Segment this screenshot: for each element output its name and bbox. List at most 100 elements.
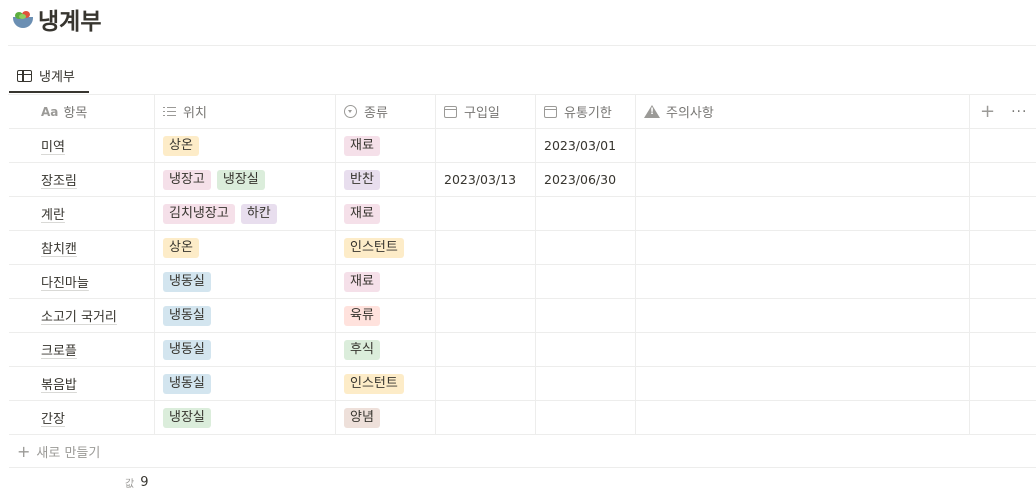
type-cell[interactable]: 후식 bbox=[336, 333, 436, 366]
item-cell[interactable]: 계란 bbox=[9, 197, 155, 230]
item-name[interactable]: 소고기 국거리 bbox=[41, 306, 117, 325]
item-cell[interactable]: 소고기 국거리 bbox=[9, 299, 155, 332]
type-tag: 반찬 bbox=[344, 169, 380, 190]
expiry-date: 2023/06/30 bbox=[544, 172, 617, 187]
column-header-notes[interactable]: 주의사항 bbox=[636, 95, 970, 128]
expiry-date-cell[interactable] bbox=[536, 231, 636, 264]
type-cell[interactable]: 양념 bbox=[336, 401, 436, 434]
table-row[interactable]: 미역 상온 재료 2023/03/01 bbox=[9, 129, 1036, 163]
expiry-date-cell[interactable] bbox=[536, 401, 636, 434]
location-cell[interactable]: 냉동실 bbox=[155, 299, 336, 332]
location-cell[interactable]: 냉장고 냉장실 bbox=[155, 163, 336, 196]
notes-cell[interactable] bbox=[636, 265, 970, 298]
location-tag: 상온 bbox=[163, 135, 199, 156]
location-cell[interactable]: 냉장실 bbox=[155, 401, 336, 434]
type-cell[interactable]: 재료 bbox=[336, 129, 436, 162]
notes-cell[interactable] bbox=[636, 231, 970, 264]
item-cell[interactable]: 볶음밥 bbox=[9, 367, 155, 400]
table-row[interactable]: 장조림 냉장고 냉장실 반찬 2023/03/13 2023/06/30 bbox=[9, 163, 1036, 197]
type-cell[interactable]: 인스턴트 bbox=[336, 367, 436, 400]
item-name[interactable]: 참치캔 bbox=[41, 238, 77, 257]
table-row[interactable]: 소고기 국거리 냉동실 육류 bbox=[9, 299, 1036, 333]
purchase-date-cell[interactable] bbox=[436, 333, 536, 366]
location-tag: 냉동실 bbox=[163, 271, 211, 292]
location-cell[interactable]: 상온 bbox=[155, 129, 336, 162]
column-header-location[interactable]: 위치 bbox=[155, 95, 336, 128]
purchase-date-cell[interactable] bbox=[436, 299, 536, 332]
location-cell[interactable]: 냉동실 bbox=[155, 333, 336, 366]
purchase-date-cell[interactable] bbox=[436, 367, 536, 400]
calendar-icon bbox=[444, 105, 457, 118]
table-row[interactable]: 크로플 냉동실 후식 bbox=[9, 333, 1036, 367]
item-cell[interactable]: 참치캔 bbox=[9, 231, 155, 264]
new-row-button[interactable]: + 새로 만들기 bbox=[9, 435, 1036, 468]
item-name[interactable]: 계란 bbox=[41, 204, 65, 223]
purchase-date-cell[interactable] bbox=[436, 197, 536, 230]
item-cell[interactable]: 크로플 bbox=[9, 333, 155, 366]
type-cell[interactable]: 육류 bbox=[336, 299, 436, 332]
add-property-button[interactable]: + bbox=[980, 102, 995, 121]
expiry-date-cell[interactable] bbox=[536, 197, 636, 230]
notes-cell[interactable] bbox=[636, 367, 970, 400]
notes-cell[interactable] bbox=[636, 129, 970, 162]
expiry-date-cell[interactable] bbox=[536, 265, 636, 298]
table-body: 미역 상온 재료 2023/03/01 장조림 냉장고 냉장실 반찬 2023/03/13 202… bbox=[9, 129, 1036, 435]
warning-icon bbox=[644, 105, 660, 118]
salad-bowl-icon[interactable] bbox=[12, 8, 34, 30]
purchase-date-cell[interactable] bbox=[436, 265, 536, 298]
location-cell[interactable]: 김치냉장고 하칸 bbox=[155, 197, 336, 230]
table-row[interactable]: 계란 김치냉장고 하칸 재료 bbox=[9, 197, 1036, 231]
more-options-button[interactable]: ··· bbox=[1011, 105, 1027, 119]
notes-cell[interactable] bbox=[636, 333, 970, 366]
item-name[interactable]: 장조림 bbox=[41, 170, 77, 189]
item-name[interactable]: 볶음밥 bbox=[41, 374, 77, 393]
item-cell[interactable]: 장조림 bbox=[9, 163, 155, 196]
expiry-date-cell[interactable]: 2023/03/01 bbox=[536, 129, 636, 162]
type-cell[interactable]: 반찬 bbox=[336, 163, 436, 196]
location-tag: 냉장실 bbox=[163, 407, 211, 428]
expiry-date-cell[interactable] bbox=[536, 299, 636, 332]
location-cell[interactable]: 냉동실 bbox=[155, 265, 336, 298]
column-label: 구입일 bbox=[464, 106, 500, 121]
location-cell[interactable]: 냉동실 bbox=[155, 367, 336, 400]
column-header-expiry-date[interactable]: 유통기한 bbox=[536, 95, 636, 128]
table-row[interactable]: 다진마늘 냉동실 재료 bbox=[9, 265, 1036, 299]
location-tag: 냉동실 bbox=[163, 373, 211, 394]
item-cell[interactable]: 다진마늘 bbox=[9, 265, 155, 298]
notes-cell[interactable] bbox=[636, 401, 970, 434]
page-title[interactable]: 냉계부 bbox=[38, 2, 101, 36]
purchase-date-cell[interactable] bbox=[436, 231, 536, 264]
location-cell[interactable]: 상온 bbox=[155, 231, 336, 264]
item-cell[interactable]: 미역 bbox=[9, 129, 155, 162]
purchase-date-cell[interactable] bbox=[436, 129, 536, 162]
expiry-date-cell[interactable]: 2023/06/30 bbox=[536, 163, 636, 196]
notes-cell[interactable] bbox=[636, 197, 970, 230]
table-row[interactable]: 볶음밥 냉동실 인스턴트 bbox=[9, 367, 1036, 401]
column-header-purchase-date[interactable]: 구입일 bbox=[436, 95, 536, 128]
column-header-actions: + ··· bbox=[970, 95, 1036, 128]
type-cell[interactable]: 인스턴트 bbox=[336, 231, 436, 264]
type-cell[interactable]: 재료 bbox=[336, 265, 436, 298]
item-name[interactable]: 간장 bbox=[41, 408, 65, 427]
new-row-label: 새로 만들기 bbox=[36, 445, 101, 461]
type-cell[interactable]: 재료 bbox=[336, 197, 436, 230]
item-name[interactable]: 크로플 bbox=[41, 340, 77, 359]
column-header-type[interactable]: 종류 bbox=[336, 95, 436, 128]
expiry-date-cell[interactable] bbox=[536, 367, 636, 400]
notes-cell[interactable] bbox=[636, 299, 970, 332]
notes-cell[interactable] bbox=[636, 163, 970, 196]
item-name[interactable]: 다진마늘 bbox=[41, 272, 89, 291]
table-row[interactable]: 참치캔 상온 인스턴트 bbox=[9, 231, 1036, 265]
empty-cell bbox=[970, 231, 1036, 264]
purchase-date-cell[interactable] bbox=[436, 401, 536, 434]
count-footer[interactable]: 값 9 bbox=[125, 475, 148, 490]
empty-cell bbox=[970, 265, 1036, 298]
purchase-date-cell[interactable]: 2023/03/13 bbox=[436, 163, 536, 196]
item-name[interactable]: 미역 bbox=[41, 136, 65, 155]
tab-table-view[interactable]: 냉계부 bbox=[9, 60, 89, 93]
column-header-item[interactable]: Aa 항목 bbox=[9, 95, 155, 128]
table-icon bbox=[17, 69, 32, 82]
table-row[interactable]: 간장 냉장실 양념 bbox=[9, 401, 1036, 435]
expiry-date-cell[interactable] bbox=[536, 333, 636, 366]
item-cell[interactable]: 간장 bbox=[9, 401, 155, 434]
